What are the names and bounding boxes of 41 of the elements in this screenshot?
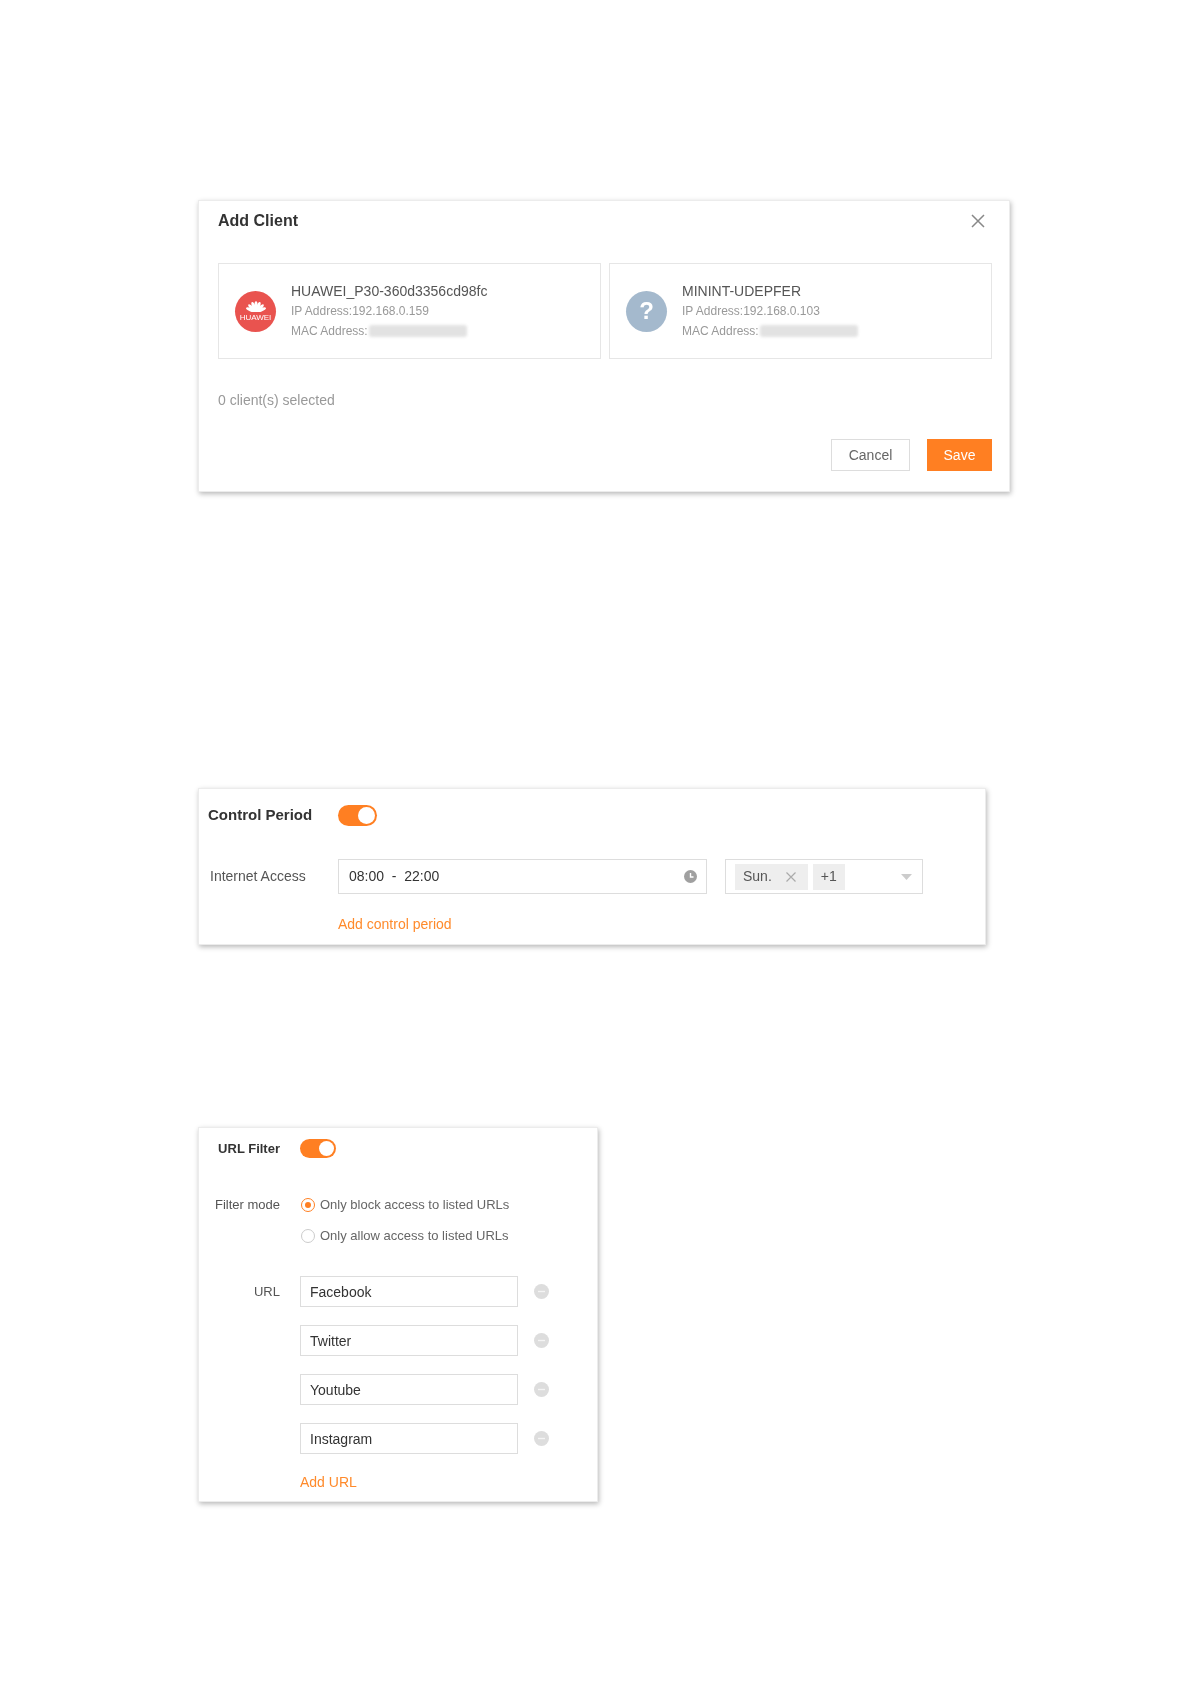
client-name: HUAWEI_P30-360d3356cd98fc	[291, 282, 488, 301]
url-input[interactable]: Twitter	[300, 1325, 518, 1356]
tag-label: Sun.	[743, 867, 772, 886]
section-title: URL Filter	[217, 1139, 280, 1158]
field-label: URL	[253, 1283, 280, 1301]
caret-icon[interactable]	[901, 873, 912, 880]
remove-icon[interactable]	[534, 1431, 549, 1446]
clock-icon	[684, 870, 697, 883]
selection-count: 0 client(s) selected	[218, 391, 335, 410]
close-icon[interactable]	[971, 214, 985, 228]
url-input[interactable]: Instagram	[300, 1423, 518, 1454]
toggle-switch[interactable]	[300, 1139, 336, 1158]
url-input[interactable]: Youtube	[300, 1374, 518, 1405]
toggle-switch[interactable]	[338, 805, 377, 826]
radio-button[interactable]	[301, 1229, 315, 1243]
cancel-button[interactable]: Cancel	[831, 439, 910, 471]
radio-option[interactable]: Only allow access to listed URLs	[301, 1226, 510, 1246]
remove-icon[interactable]	[534, 1333, 549, 1348]
day-select[interactable]: Sun. +1	[725, 859, 923, 894]
url-input[interactable]: Facebook	[300, 1276, 518, 1307]
dialog-title: Add Client	[218, 211, 298, 231]
radio-button[interactable]	[301, 1198, 315, 1212]
remove-icon[interactable]	[534, 1382, 549, 1397]
mac-address-label: MAC Address:	[291, 323, 368, 340]
ip-address: IP Address:192.168.0.103	[682, 303, 821, 320]
field-label: Internet Access	[209, 867, 307, 886]
section-title: Control Period	[208, 805, 314, 826]
radio-option[interactable]: Only block access to listed URLs	[301, 1195, 510, 1215]
client-card[interactable]: ? MININT-UDEPFER IP Address:192.168.0.103 MAC Address:	[609, 263, 992, 359]
logo-text: HUAWEI	[239, 313, 272, 322]
time-range-field[interactable]: 08:00 - 22:00	[338, 859, 707, 894]
tag-label: +1	[820, 867, 837, 886]
remove-icon[interactable]	[785, 871, 796, 882]
question-mark-icon: ?	[626, 290, 667, 332]
ip-address: IP Address:192.168.0.159	[291, 303, 430, 320]
client-card[interactable]: HUAWEI HUAWEI_P30-360d3356cd98fc IP Address:192.168.0.159 MAC Address:	[218, 263, 601, 359]
field-label: Filter mode	[213, 1196, 280, 1214]
mac-address-label: MAC Address:	[682, 323, 759, 340]
client-name: MININT-UDEPFER	[682, 282, 802, 301]
flower-icon	[244, 300, 267, 312]
remove-icon[interactable]	[534, 1284, 549, 1299]
